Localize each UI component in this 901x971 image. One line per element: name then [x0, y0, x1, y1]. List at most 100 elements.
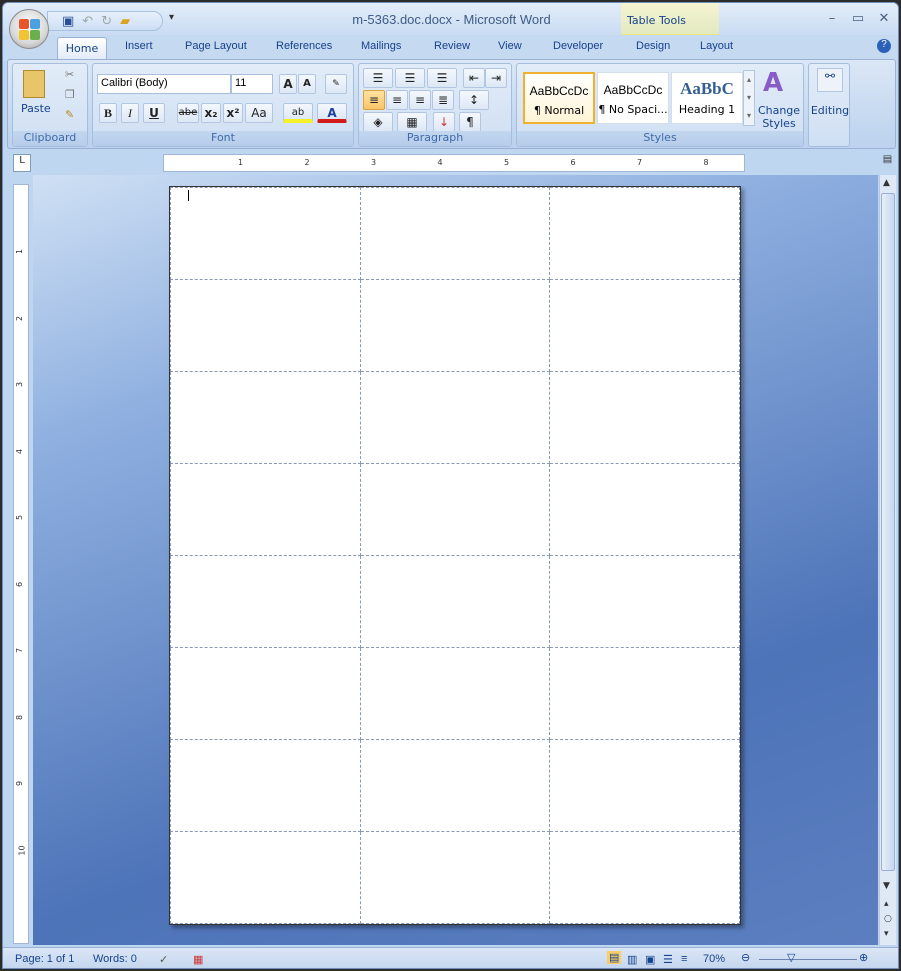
scroll-down-icon[interactable]: ▼ [883, 881, 890, 891]
tab-mailings[interactable]: Mailings [361, 40, 401, 52]
document-page[interactable] [169, 186, 741, 925]
increase-indent-button[interactable]: ⇥ [485, 68, 507, 88]
label-cell[interactable] [170, 371, 361, 464]
editing-group[interactable]: ⚯ Editing [808, 63, 850, 147]
zoom-in-icon[interactable]: ⊕ [859, 951, 868, 964]
format-painter-icon[interactable]: ✎ [65, 108, 74, 121]
numbering-button[interactable]: ☰ [395, 68, 425, 88]
tab-references[interactable]: References [276, 40, 332, 52]
label-cell[interactable] [359, 555, 551, 648]
label-cell[interactable] [359, 831, 551, 924]
select-browse-object-icon[interactable]: ○ [884, 914, 892, 924]
underline-button[interactable]: U [143, 103, 165, 123]
minimize-button[interactable]: – [821, 11, 843, 26]
help-icon[interactable]: ? [877, 39, 891, 53]
paste-icon[interactable] [23, 70, 45, 98]
vertical-ruler[interactable]: 1 2 3 4 5 6 7 8 9 10 [13, 184, 29, 944]
multilevel-list-button[interactable]: ☰ [427, 68, 457, 88]
font-size-select[interactable]: 11 [231, 74, 273, 94]
zoom-level[interactable]: 70% [703, 953, 725, 965]
style-no-spacing[interactable]: AaBbCcDc ¶ No Spaci... [597, 72, 669, 124]
sort-button[interactable]: ↓ [433, 112, 455, 132]
label-cell[interactable] [359, 187, 551, 280]
maximize-button[interactable]: ▭ [847, 11, 869, 26]
tab-developer[interactable]: Developer [553, 40, 603, 52]
bullets-button[interactable]: ☰ [363, 68, 393, 88]
italic-button[interactable]: I [121, 103, 139, 123]
editing-button[interactable]: Editing [809, 104, 851, 117]
justify-button[interactable]: ≣ [432, 90, 454, 110]
label-cell[interactable] [170, 279, 361, 372]
next-page-icon[interactable]: ▾ [884, 929, 889, 939]
label-cell[interactable] [549, 463, 740, 556]
label-cell[interactable] [359, 371, 551, 464]
line-spacing-button[interactable]: ↕ [459, 90, 489, 110]
label-table[interactable] [170, 187, 740, 924]
undo-icon[interactable]: ↶ [82, 14, 93, 29]
tab-home[interactable]: Home [57, 37, 107, 61]
save-icon[interactable]: ▣ [62, 14, 74, 29]
label-cell[interactable] [549, 187, 740, 280]
zoom-out-icon[interactable]: ⊖ [741, 951, 750, 964]
cut-icon[interactable]: ✂ [65, 68, 74, 81]
zoom-slider[interactable] [759, 959, 857, 960]
customize-qat-icon[interactable]: ▾ [169, 12, 174, 23]
tab-design[interactable]: Design [636, 40, 670, 52]
tab-layout[interactable]: Layout [700, 40, 733, 52]
label-cell[interactable] [170, 831, 361, 924]
scroll-thumb[interactable] [881, 193, 895, 871]
highlight-button[interactable]: ab [283, 103, 313, 123]
decrease-indent-button[interactable]: ⇤ [463, 68, 485, 88]
strikethrough-button[interactable]: abe [177, 103, 199, 123]
font-color-button[interactable]: A [317, 103, 347, 123]
label-cell[interactable] [170, 187, 361, 280]
tab-insert[interactable]: Insert [125, 40, 153, 52]
styles-scroll[interactable]: ▴ ▾ ▾ [743, 70, 755, 126]
show-formatting-button[interactable]: ¶ [459, 112, 481, 132]
font-name-select[interactable]: Calibri (Body) [97, 74, 231, 94]
label-cell[interactable] [549, 647, 740, 740]
label-cell[interactable] [549, 739, 740, 832]
label-cell[interactable] [170, 555, 361, 648]
vertical-scrollbar[interactable]: ▲ ▼ ▴ ○ ▾ [879, 175, 896, 945]
draft-icon[interactable]: ≡ [681, 953, 687, 965]
shrink-font-button[interactable]: A [298, 74, 316, 94]
label-cell[interactable] [170, 463, 361, 556]
label-cell[interactable] [170, 739, 361, 832]
print-layout-icon[interactable]: ▤ [607, 951, 622, 964]
grow-font-button[interactable]: A [279, 74, 297, 94]
superscript-button[interactable]: x² [223, 103, 243, 123]
subscript-button[interactable]: x₂ [201, 103, 221, 123]
align-left-button[interactable]: ≡ [363, 90, 385, 110]
label-cell[interactable] [359, 279, 551, 372]
proofing-icon[interactable]: ✓ [159, 953, 168, 966]
label-cell[interactable] [359, 463, 551, 556]
page-count[interactable]: Page: 1 of 1 [15, 953, 74, 965]
zoom-slider-thumb[interactable]: ▽ [787, 951, 795, 964]
label-cell[interactable] [549, 831, 740, 924]
redo-icon[interactable]: ↻ [101, 14, 112, 29]
close-button[interactable]: ✕ [873, 11, 895, 26]
tab-selector[interactable]: L [13, 154, 31, 172]
style-heading-1[interactable]: AaBbC Heading 1 [671, 72, 743, 124]
word-count[interactable]: Words: 0 [93, 953, 137, 965]
open-folder-icon[interactable]: ▰ [120, 14, 130, 29]
label-cell[interactable] [359, 739, 551, 832]
previous-page-icon[interactable]: ▴ [884, 899, 889, 909]
bold-button[interactable]: B [99, 103, 117, 123]
change-styles-button[interactable]: Change Styles [757, 104, 801, 130]
copy-icon[interactable]: ❐ [65, 88, 75, 101]
style-normal[interactable]: AaBbCcDc ¶ Normal [523, 72, 595, 124]
align-center-button[interactable]: ≡ [386, 90, 408, 110]
label-cell[interactable] [359, 647, 551, 740]
full-screen-reading-icon[interactable]: ▥ [627, 953, 637, 966]
label-cell[interactable] [549, 279, 740, 372]
clear-formatting-button[interactable]: ✎ [325, 74, 347, 94]
web-layout-icon[interactable]: ▣ [645, 953, 655, 966]
label-cell[interactable] [549, 371, 740, 464]
align-right-button[interactable]: ≡ [409, 90, 431, 110]
borders-button[interactable]: ▦ [397, 112, 427, 132]
horizontal-ruler[interactable]: 1 2 3 4 5 6 7 8 [163, 154, 745, 172]
shading-button[interactable]: ◈ [363, 112, 393, 132]
outline-icon[interactable]: ☰ [663, 953, 673, 966]
